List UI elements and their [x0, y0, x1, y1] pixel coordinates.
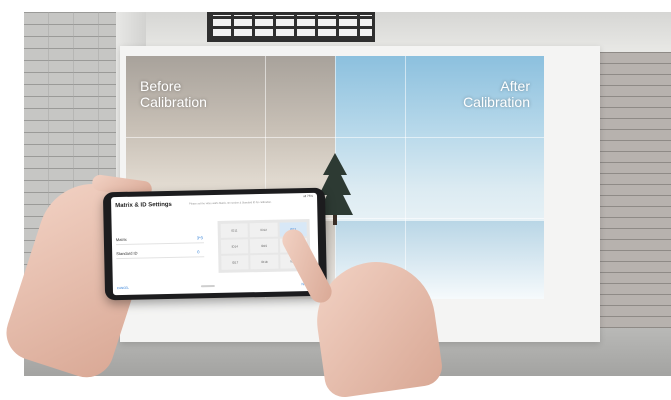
right-wall — [599, 52, 671, 332]
divider — [115, 242, 204, 246]
standard-id-value[interactable]: 0 — [197, 249, 199, 254]
cancel-button[interactable]: CANCEL — [117, 286, 129, 290]
matrix-label: Matrix — [115, 236, 127, 243]
grid-cell[interactable]: ID17 — [221, 255, 249, 270]
ceiling-vent — [207, 12, 375, 42]
page-indicator — [200, 285, 215, 288]
grid-cell[interactable]: ID11 — [220, 223, 249, 238]
matrix-value[interactable]: 3*3 — [197, 235, 203, 240]
bezel-line — [405, 56, 406, 299]
bezel-line — [126, 137, 544, 138]
grid-cell[interactable]: ID18 — [250, 254, 279, 270]
grid-cell[interactable]: ID14 — [220, 239, 249, 254]
divider — [116, 256, 205, 260]
grid-cell[interactable]: ID12 — [249, 222, 278, 238]
standard-id-label: Standard ID — [116, 250, 138, 257]
app-title: Matrix & ID Settings — [115, 201, 172, 210]
after-label: After Calibration — [463, 78, 530, 110]
status-bar: all 75% — [303, 193, 314, 199]
app-note: Please set the video wall's Matrix, ID n… — [189, 200, 272, 206]
grid-cell[interactable]: ID15 — [250, 238, 278, 254]
before-label: Before Calibration — [140, 78, 207, 110]
